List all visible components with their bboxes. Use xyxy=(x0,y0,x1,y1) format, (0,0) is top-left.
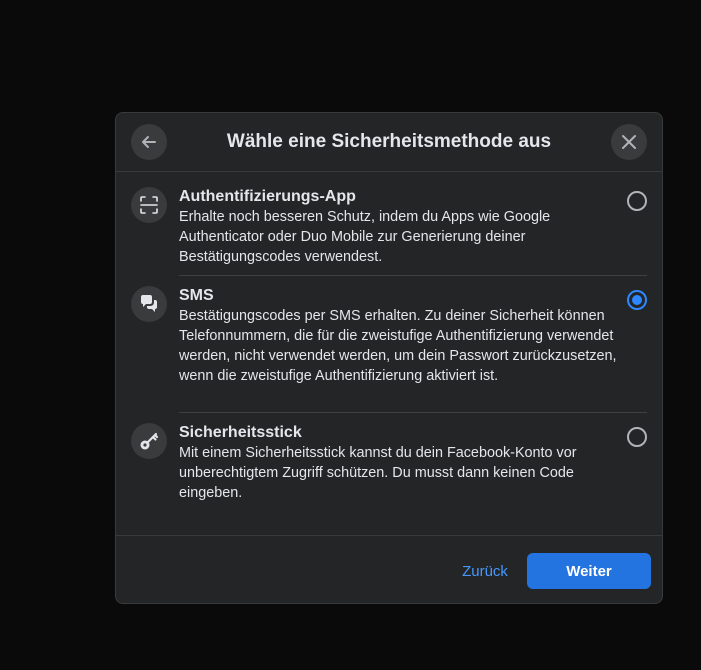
option-authenticator-app[interactable]: Authentifizierungs-App Erhalte noch bess… xyxy=(131,177,647,276)
radio-sms[interactable] xyxy=(627,290,647,310)
option-icon xyxy=(131,286,167,322)
back-button[interactable] xyxy=(131,124,167,160)
option-icon xyxy=(131,187,167,223)
option-description: Erhalte noch besseren Schutz, indem du A… xyxy=(179,209,551,265)
dialog-title: Wähle eine Sicherheitsmethode aus xyxy=(226,131,552,152)
close-button[interactable] xyxy=(611,124,647,160)
option-description: Bestätigungscodes per SMS erhalten. Zu d… xyxy=(179,308,617,384)
next-button[interactable]: Weiter xyxy=(527,553,651,589)
key-icon xyxy=(140,432,159,450)
chat-bubbles-icon xyxy=(141,295,157,312)
qr-scan-icon xyxy=(140,196,158,214)
option-description: Mit einem Sicherheitsstick kannst du dei… xyxy=(179,445,577,501)
security-method-dialog: Wähle eine Sicherheitsmethode aus Authen… xyxy=(115,112,663,604)
option-title: SMS xyxy=(179,287,214,304)
dialog-footer: Zurück Weiter xyxy=(116,535,662,603)
close-icon xyxy=(622,135,636,149)
radio-authenticator-app[interactable] xyxy=(627,191,647,211)
radio-security-key[interactable] xyxy=(627,427,647,447)
arrow-left-icon xyxy=(142,136,156,148)
option-icon xyxy=(131,423,167,459)
option-title: Sicherheitsstick xyxy=(179,424,302,441)
option-title: Authentifizierungs-App xyxy=(179,188,356,205)
back-link-button[interactable]: Zurück xyxy=(450,553,520,589)
method-options: Authentifizierungs-App Erhalte noch bess… xyxy=(116,187,662,523)
option-security-key[interactable]: Sicherheitsstick Mit einem Sicherheitsst… xyxy=(131,413,647,513)
dialog-header: Wähle eine Sicherheitsmethode aus xyxy=(116,113,662,172)
option-sms[interactable]: SMS Bestätigungscodes per SMS erhalten. … xyxy=(131,276,647,413)
